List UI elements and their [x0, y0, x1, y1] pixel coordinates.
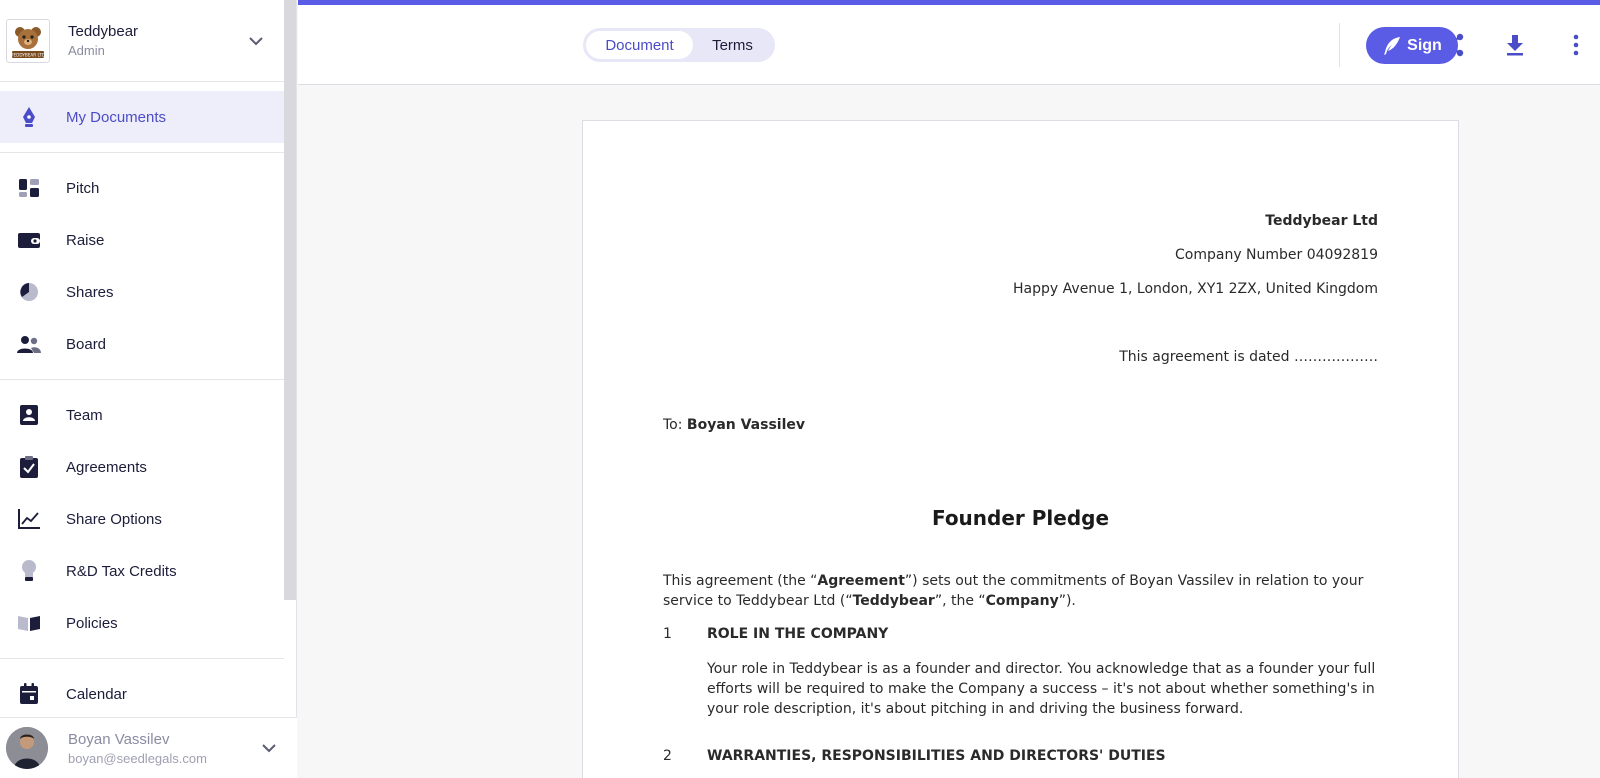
intro-text: This agreement (the “: [663, 573, 818, 589]
sidebar-item-raise[interactable]: Raise: [0, 214, 284, 266]
clause-body: Your role in Teddybear is as a founder a…: [707, 661, 1376, 717]
recipient-name: Boyan Vassilev: [686, 417, 806, 433]
recipient-line: To: Boyan Vassilev: [663, 417, 805, 433]
sidebar-item-label: R&D Tax Credits: [66, 562, 177, 580]
chevron-down-icon[interactable]: [257, 736, 281, 760]
avatar: [6, 727, 48, 769]
tab-terms[interactable]: Terms: [693, 31, 772, 59]
sidebar-item-my-documents[interactable]: My Documents: [0, 91, 284, 143]
clause-number: 1: [663, 626, 672, 642]
download-icon[interactable]: [1500, 30, 1530, 60]
document-page: Teddybear Ltd Company Number 04092819 Ha…: [582, 120, 1459, 778]
intro-term: Company: [985, 593, 1059, 609]
sidebar-item-calendar[interactable]: Calendar: [0, 668, 284, 717]
user-name: Boyan Vassilev: [68, 730, 170, 748]
sidebar-item-pitch[interactable]: Pitch: [0, 162, 284, 214]
nav-group-people: Team Agreements Share Options R&D Tax Cr…: [0, 380, 284, 659]
sidebar-item-team[interactable]: Team: [0, 389, 284, 441]
dashboard-icon: [16, 175, 42, 201]
quill-icon: [1384, 36, 1401, 55]
sidebar-item-label: Agreements: [66, 458, 147, 476]
org-logo: TEDDYBEAR LTD: [6, 18, 50, 63]
sidebar-item-label: Policies: [66, 614, 118, 632]
org-switcher[interactable]: TEDDYBEAR LTD Teddybear Admin: [0, 0, 284, 82]
sidebar-item-label: Team: [66, 406, 103, 424]
nav-group-tools: Calendar: [0, 659, 284, 717]
more-vertical-icon[interactable]: [1561, 30, 1591, 60]
org-name: Teddybear: [68, 23, 139, 40]
sidebar-scroll-area: TEDDYBEAR LTD Teddybear Admin My Documen…: [0, 0, 284, 717]
wallet-icon: [16, 227, 42, 253]
pie-chart-icon: [16, 279, 42, 305]
sidebar-item-label: Pitch: [66, 179, 100, 197]
sidebar-item-agreements[interactable]: Agreements: [0, 441, 284, 493]
line-chart-icon: [16, 506, 42, 532]
sidebar-item-share-options[interactable]: Share Options: [0, 493, 284, 545]
org-logo-text: TEDDYBEAR LTD: [10, 52, 45, 57]
intro-text: ”, the “: [934, 593, 986, 609]
sidebar-item-label: My Documents: [66, 108, 167, 126]
people-icon: [16, 331, 42, 357]
clause-number: 2: [663, 748, 672, 764]
sidebar-item-board[interactable]: Board: [0, 318, 284, 370]
recipient-prefix: To:: [663, 417, 687, 433]
chevron-down-icon[interactable]: [244, 29, 268, 53]
nav-group-documents: My Documents: [0, 82, 284, 153]
sidebar-item-label: Raise: [66, 231, 105, 249]
toolbar-divider: [1339, 23, 1340, 67]
view-toggle: Document Terms: [583, 28, 775, 62]
intro-term: Teddybear: [852, 593, 935, 609]
sidebar-item-label: Board: [66, 335, 107, 353]
intro-term: Agreement: [817, 573, 905, 589]
sidebar: TEDDYBEAR LTD Teddybear Admin My Documen…: [0, 0, 297, 778]
calendar-icon: [16, 681, 42, 707]
accent-bar: [298, 0, 1600, 5]
sidebar-item-rd-tax-credits[interactable]: R&D Tax Credits: [0, 545, 284, 597]
pen-nib-icon: [16, 104, 42, 130]
sidebar-item-shares[interactable]: Shares: [0, 266, 284, 318]
clipboard-check-icon: [16, 454, 42, 480]
sidebar-item-label: Calendar: [66, 685, 127, 703]
user-email: boyan@seedlegals.com: [68, 750, 207, 766]
tab-document[interactable]: Document: [586, 31, 693, 59]
intro-paragraph: This agreement (the “Agreement”) sets ou…: [663, 571, 1375, 611]
lightbulb-icon: [16, 558, 42, 584]
top-toolbar: Document Terms Sign: [298, 0, 1600, 85]
company-name: Teddybear Ltd: [1265, 213, 1378, 229]
intro-text: ”).: [1058, 593, 1076, 609]
sign-button[interactable]: Sign: [1366, 27, 1458, 64]
company-number: Company Number 04092819: [1175, 247, 1378, 263]
document-title: Founder Pledge: [931, 506, 1110, 530]
org-role: Admin: [68, 43, 105, 58]
user-menu[interactable]: Boyan Vassilev boyan@seedlegals.com: [0, 717, 297, 778]
sidebar-item-policies[interactable]: Policies: [0, 597, 284, 649]
company-address: Happy Avenue 1, London, XY1 2ZX, United …: [1013, 281, 1378, 297]
book-icon: [16, 610, 42, 636]
id-badge-icon: [16, 402, 42, 428]
sidebar-item-label: Shares: [66, 283, 114, 301]
sign-button-label: Sign: [1407, 36, 1442, 54]
clause-heading: ROLE IN THE COMPANY: [707, 626, 889, 642]
agreement-date-line: This agreement is dated ………………: [1119, 349, 1378, 365]
nav-group-company: Pitch Raise Shares Board: [0, 153, 284, 380]
sidebar-item-label: Share Options: [66, 510, 162, 528]
sidebar-scrollbar[interactable]: [284, 0, 296, 600]
clause-heading: WARRANTIES, RESPONSIBILITIES AND DIRECTO…: [707, 748, 1166, 764]
